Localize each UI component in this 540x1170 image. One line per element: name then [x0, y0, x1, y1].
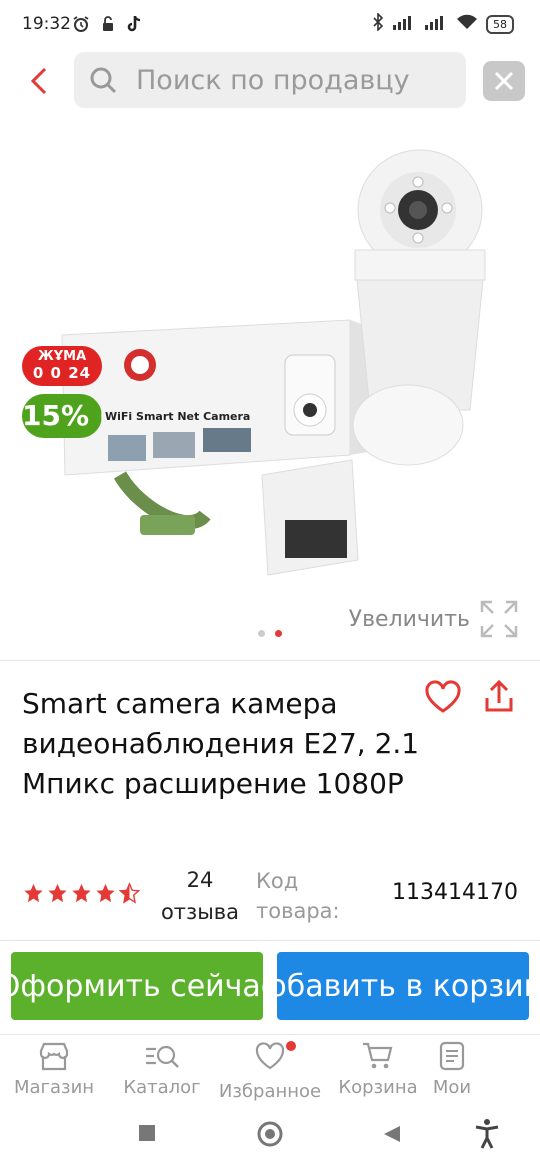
order-now-label: Оформить сейчас — [11, 968, 263, 1004]
heart-outline-icon — [425, 680, 461, 713]
promo-day-label: ЖҰМА — [37, 349, 87, 364]
circle-home-icon — [257, 1121, 283, 1147]
star-filled-icon — [48, 883, 67, 903]
status-notification-icons — [72, 15, 142, 37]
star-half-icon — [118, 882, 141, 904]
rating-stars[interactable] — [22, 882, 141, 904]
signal-icon — [392, 14, 416, 34]
orders-icon — [439, 1041, 465, 1071]
square-icon — [139, 1125, 155, 1141]
product-gallery[interactable]: WiFi Smart Net Camera V380 ЖҰМА 0 0 24 1… — [0, 130, 540, 650]
star-filled-icon — [24, 883, 43, 903]
accessibility-icon — [475, 1119, 499, 1149]
gallery-pagination — [0, 630, 540, 637]
bluetooth-icon — [372, 12, 384, 35]
nav-item-cart[interactable]: Корзина — [336, 1041, 420, 1098]
shop-icon — [39, 1042, 69, 1071]
recent-apps-button[interactable] — [138, 1124, 156, 1146]
search-box[interactable] — [74, 52, 466, 108]
product-title: Smart camera камера видеонаблюдения E27,… — [22, 687, 420, 800]
search-header — [0, 52, 540, 112]
reviews-count: 24 — [186, 868, 214, 892]
share-button[interactable] — [482, 679, 520, 716]
chevron-left-icon — [30, 67, 47, 95]
back-button[interactable] — [22, 64, 56, 98]
status-time: 19:32 — [22, 14, 71, 34]
heart-icon — [255, 1042, 285, 1070]
promo-timer-badge: ЖҰМА 0 0 24 — [22, 346, 102, 386]
star-filled-icon — [72, 883, 91, 903]
purchase-actions: Оформить сейчас Добавить в корзину — [0, 952, 540, 1022]
add-to-cart-label: Добавить в корзину — [277, 968, 529, 1004]
nav-label: Каталог — [123, 1077, 201, 1098]
status-bar: 19:32 58 — [0, 0, 540, 50]
home-button[interactable] — [256, 1120, 284, 1152]
lock-icon — [100, 15, 116, 37]
signal-icon-2 — [424, 14, 448, 34]
battery-indicator: 58 — [486, 14, 514, 34]
triangle-back-icon — [384, 1126, 400, 1142]
pagination-dot-active[interactable] — [275, 630, 282, 637]
zoom-label: Увеличить — [348, 606, 470, 632]
share-icon — [485, 679, 513, 712]
nav-label: Мои — [432, 1077, 472, 1098]
pagination-dot[interactable] — [258, 630, 265, 637]
discount-badge: 15% Б — [22, 394, 102, 438]
tiktok-icon — [126, 15, 142, 37]
favorite-button[interactable] — [424, 680, 466, 716]
notification-dot — [286, 1041, 296, 1051]
bottom-navigation: Магазин Каталог Избранное Корзина Мои — [0, 1034, 540, 1107]
nav-item-catalog[interactable]: Каталог — [122, 1041, 202, 1098]
box-logo-text: V380 — [129, 374, 145, 381]
nav-label: Магазин — [13, 1077, 95, 1098]
product-code-value: 113414170 — [392, 880, 518, 905]
catalog-search-icon — [146, 1045, 179, 1068]
accessibility-button[interactable] — [474, 1118, 500, 1154]
nav-label: Избранное — [218, 1081, 322, 1102]
clear-search-button[interactable] — [483, 61, 525, 101]
system-navigation-bar — [0, 1106, 540, 1170]
wifi-icon — [456, 14, 478, 34]
search-input[interactable] — [134, 63, 458, 97]
nav-item-shop[interactable]: Магазин — [14, 1041, 94, 1098]
reviews-label: отзыва — [160, 900, 240, 924]
nav-item-favorites[interactable]: Избранное — [218, 1041, 322, 1102]
cart-icon — [363, 1042, 393, 1069]
nav-item-orders[interactable]: Мои — [432, 1041, 472, 1098]
divider — [0, 660, 540, 661]
alarm-icon — [72, 15, 90, 37]
reviews-link[interactable]: 24 отзыва — [158, 864, 242, 928]
divider — [0, 940, 540, 941]
add-to-cart-button[interactable]: Добавить в корзину — [277, 952, 529, 1020]
promo-countdown: 0 0 24 — [32, 364, 92, 382]
search-icon — [90, 67, 117, 94]
box-brand-text: WiFi Smart Net Camera — [105, 410, 250, 423]
nav-label: Корзина — [338, 1077, 418, 1098]
star-filled-icon — [96, 883, 115, 903]
close-icon — [494, 71, 514, 91]
order-now-button[interactable]: Оформить сейчас — [11, 952, 263, 1020]
status-system-icons: 58 — [372, 12, 514, 35]
back-system-button[interactable] — [382, 1124, 402, 1148]
product-code-label: Код товара: — [256, 869, 340, 923]
rating-row: 24 отзыва Код товара: 113414170 — [0, 862, 540, 932]
